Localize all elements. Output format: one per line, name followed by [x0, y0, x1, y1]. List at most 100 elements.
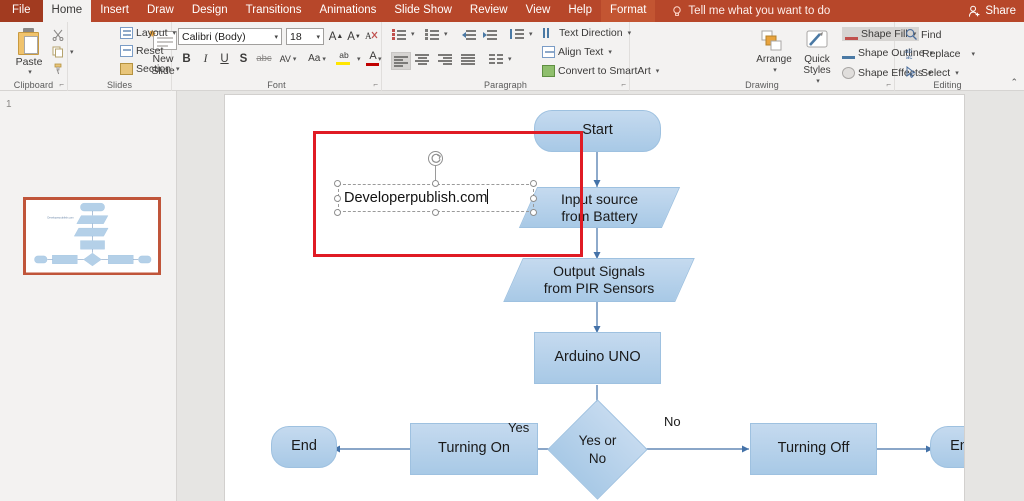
tab-draw[interactable]: Draw [138, 0, 183, 22]
underline-button[interactable]: U [216, 50, 233, 67]
flowchart-node-decision[interactable]: Yes or No [547, 399, 648, 500]
tab-help[interactable]: Help [559, 0, 601, 22]
line-spacing-button[interactable]: ▾ [510, 28, 533, 40]
paste-button[interactable]: Paste ▾ [8, 26, 50, 80]
reset-button[interactable]: Reset [120, 45, 163, 57]
slide-editing-surface[interactable]: Start Input source from Battery Output S… [224, 94, 965, 501]
text-box[interactable]: Developerpublish.com [338, 184, 534, 212]
clipboard-dialog-launcher[interactable]: ⌐ [59, 80, 64, 89]
align-text-button[interactable]: Align Text ▾ [542, 46, 612, 58]
paragraph-dialog-launcher[interactable]: ⌐ [621, 80, 626, 89]
quick-styles-button[interactable]: Quick Styles ▾ [796, 30, 838, 87]
resize-handle-w[interactable] [334, 195, 341, 202]
replace-button[interactable]: ab ac Replace ▾ [905, 47, 975, 61]
resize-handle-sw[interactable] [334, 209, 341, 216]
slide-canvas-area: Start Input source from Battery Output S… [177, 91, 1024, 501]
paste-icon [16, 28, 42, 56]
align-left-button[interactable] [391, 52, 411, 70]
tab-slide-show[interactable]: Slide Show [385, 0, 461, 22]
resize-handle-n[interactable] [432, 180, 439, 187]
scissors-icon [52, 29, 64, 41]
flowchart-node-turning-off[interactable]: Turning Off [750, 423, 877, 475]
svg-text:ac: ac [906, 55, 912, 60]
strikethrough-button[interactable]: abc [254, 50, 274, 67]
arrange-button[interactable]: Arrange ▾ [754, 30, 794, 76]
paste-caret-icon[interactable]: ▾ [28, 68, 32, 76]
layout-button[interactable]: Layout ▾ [120, 27, 176, 39]
align-center-button[interactable] [415, 53, 429, 65]
decrease-font-size-button[interactable]: A ▼ [346, 28, 362, 45]
italic-button[interactable]: I [197, 50, 214, 67]
numbering-button[interactable]: ▾ [425, 28, 448, 40]
resize-handle-se[interactable] [530, 209, 537, 216]
tab-view[interactable]: View [517, 0, 560, 22]
resize-handle-ne[interactable] [530, 180, 537, 187]
flowchart-node-arduino[interactable]: Arduino UNO [534, 332, 661, 384]
smartart-icon [542, 65, 555, 77]
bold-button[interactable]: B [178, 50, 195, 67]
tab-insert[interactable]: Insert [91, 0, 138, 22]
clear-formatting-icon: A [365, 31, 378, 41]
change-case-label: Aa [308, 53, 321, 64]
text-highlight-label: ab [339, 50, 349, 60]
flowchart-node-output[interactable]: Output Signals from PIR Sensors [503, 258, 695, 302]
increase-font-size-label: A [328, 30, 337, 43]
bullets-button[interactable]: ▾ [392, 28, 415, 40]
clear-formatting-button[interactable]: A [364, 27, 380, 44]
resize-handle-s[interactable] [432, 209, 439, 216]
text-highlight-caret-icon[interactable]: ▾ [357, 55, 361, 63]
shape-fill-icon [845, 28, 858, 40]
group-label-font: Font [267, 80, 286, 90]
tab-file[interactable]: File [0, 0, 43, 22]
underline-label: U [220, 52, 229, 65]
tab-transitions[interactable]: Transitions [237, 0, 311, 22]
character-spacing-button[interactable]: AV ▾ [276, 50, 300, 67]
flowchart-node-end-right[interactable]: End [930, 426, 964, 468]
flowchart-node-end-right-label: End [950, 438, 964, 455]
rotate-handle[interactable] [428, 151, 443, 166]
align-right-button[interactable] [438, 53, 452, 65]
font-size-caret-icon[interactable]: ▾ [316, 33, 320, 41]
reset-icon [120, 45, 133, 57]
text-direction-button[interactable]: Text Direction ▾ [542, 27, 631, 39]
tell-me-label: Tell me what you want to do [688, 5, 831, 17]
resize-handle-nw[interactable] [334, 180, 341, 187]
tab-home[interactable]: Home [42, 0, 92, 22]
columns-button[interactable]: ▾ [489, 53, 512, 65]
text-box-value: Developerpublish.com [344, 190, 488, 206]
slide-thumbnail-pane[interactable]: 1 Developerpublish.com [0, 91, 177, 501]
justify-button[interactable] [461, 53, 475, 65]
collapse-ribbon-button[interactable]: ⌃ [1010, 77, 1018, 88]
resize-handle-e[interactable] [530, 195, 537, 202]
change-case-button[interactable]: Aa ▾ [304, 50, 330, 67]
increase-font-size-button[interactable]: A ▲ [328, 28, 344, 45]
slide-thumbnail-1[interactable]: Developerpublish.com [23, 197, 161, 275]
align-text-label: Align Text [558, 46, 604, 58]
share-button[interactable]: Share [968, 0, 1016, 22]
section-button[interactable]: Section ▾ [120, 63, 180, 75]
font-dialog-launcher[interactable]: ⌐ [373, 80, 378, 89]
text-box-selection[interactable]: Developerpublish.com [334, 151, 537, 216]
select-button[interactable]: Select ▾ [905, 66, 959, 79]
tab-review[interactable]: Review [461, 0, 517, 22]
decrease-indent-button[interactable] [462, 28, 476, 40]
flowchart-node-end-left[interactable]: End [271, 426, 337, 468]
flowchart-node-end-left-label: End [291, 438, 317, 455]
drawing-dialog-launcher[interactable]: ⌐ [886, 80, 891, 89]
increase-indent-button[interactable] [483, 28, 497, 40]
font-color-caret-icon[interactable]: ▾ [378, 55, 382, 63]
text-highlight-button[interactable]: ab [334, 50, 354, 67]
replace-icon: ab ac [905, 49, 912, 60]
font-name-input[interactable]: Calibri (Body) ▾ [178, 28, 282, 45]
svg-text:A: A [365, 31, 372, 41]
tell-me-search[interactable]: Tell me what you want to do [671, 0, 830, 22]
tab-animations[interactable]: Animations [310, 0, 385, 22]
find-button[interactable]: Find [905, 28, 941, 41]
font-name-caret-icon[interactable]: ▾ [274, 33, 278, 41]
flowchart-node-decision-label: Yes or No [578, 432, 617, 466]
font-size-input[interactable]: 18 ▾ [286, 28, 324, 45]
text-shadow-button[interactable]: S [235, 50, 252, 67]
rotate-icon [431, 153, 441, 163]
tab-design[interactable]: Design [183, 0, 237, 22]
tab-format[interactable]: Format [601, 0, 656, 22]
